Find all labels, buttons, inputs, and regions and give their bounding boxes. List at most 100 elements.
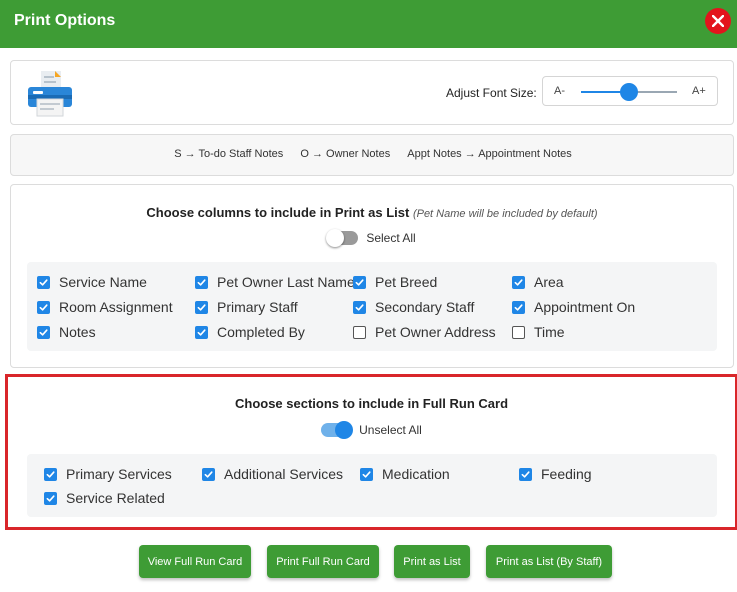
check-icon xyxy=(521,470,530,478)
close-icon xyxy=(712,15,724,27)
checkbox-label: Primary Staff xyxy=(217,299,298,315)
checkbox[interactable] xyxy=(512,275,525,289)
checkbox[interactable] xyxy=(512,325,525,339)
checkbox[interactable] xyxy=(37,300,50,314)
checkbox[interactable] xyxy=(519,467,532,481)
check-icon xyxy=(355,303,364,311)
checkbox-label: Pet Owner Address xyxy=(375,324,496,340)
select-all-toggle[interactable] xyxy=(326,229,359,247)
option-medication[interactable]: Medication xyxy=(360,466,450,482)
check-icon xyxy=(362,470,371,478)
option-pet-breed[interactable]: Pet Breed xyxy=(353,274,437,290)
option-notes[interactable]: Notes xyxy=(37,324,96,340)
legend-appointment-notes: Appt Notes → Appointment Notes xyxy=(407,148,572,160)
checkbox[interactable] xyxy=(512,300,525,314)
checkbox-label: Feeding xyxy=(541,466,592,482)
checkbox-label: Time xyxy=(534,324,565,340)
checkbox-label: Room Assignment xyxy=(59,299,173,315)
checkbox-label: Completed By xyxy=(217,324,305,340)
unselect-all-toggle[interactable] xyxy=(321,421,354,439)
checkbox[interactable] xyxy=(195,325,208,339)
checkbox[interactable] xyxy=(202,467,215,481)
checkbox[interactable] xyxy=(360,467,373,481)
checkbox-label: Pet Owner Last Name xyxy=(217,274,355,290)
option-primary-services[interactable]: Primary Services xyxy=(44,466,172,482)
checkbox-label: Notes xyxy=(59,324,96,340)
select-all-label: Select All xyxy=(366,231,416,245)
check-icon xyxy=(197,278,206,286)
font-size-slider[interactable] xyxy=(581,83,677,101)
columns-section-title: Choose columns to include in Print as Li… xyxy=(11,205,733,220)
option-appointment-on[interactable]: Appointment On xyxy=(512,299,635,315)
checkbox[interactable] xyxy=(353,275,366,289)
print-as-list-by-staff-button[interactable]: Print as List (By Staff) xyxy=(486,545,612,578)
columns-options-grid: Service Name Pet Owner Last Name Pet Breed… xyxy=(27,262,717,351)
checkbox[interactable] xyxy=(37,275,50,289)
option-pet-owner-last-name[interactable]: Pet Owner Last Name xyxy=(195,274,355,290)
decrease-font-label: A- xyxy=(554,85,565,97)
option-service-name[interactable]: Service Name xyxy=(37,274,147,290)
run-card-title-text: Choose sections to include in Full Run C… xyxy=(234,396,509,411)
dialog-title: Print Options xyxy=(14,12,116,29)
notes-legend-panel: S → To-do Staff Notes O → Owner Notes Ap… xyxy=(10,134,734,176)
check-icon xyxy=(355,278,364,286)
increase-font-label: A+ xyxy=(692,85,706,97)
check-icon xyxy=(39,328,48,336)
option-pet-owner-address[interactable]: Pet Owner Address xyxy=(353,324,496,340)
legend-staff-notes: S → To-do Staff Notes xyxy=(174,148,284,160)
run-card-panel: Choose sections to include in Full Run C… xyxy=(5,374,737,530)
font-size-control: A- A+ xyxy=(542,76,718,106)
print-full-run-card-button[interactable]: Print Full Run Card xyxy=(267,545,379,578)
view-full-run-card-button[interactable]: View Full Run Card xyxy=(139,545,251,578)
toggle-knob xyxy=(335,421,354,439)
checkbox[interactable] xyxy=(44,491,57,505)
check-icon xyxy=(39,278,48,286)
check-icon xyxy=(514,303,523,311)
option-feeding[interactable]: Feeding xyxy=(519,466,592,482)
option-secondary-staff[interactable]: Secondary Staff xyxy=(353,299,474,315)
font-size-panel: Adjust Font Size: A- A+ xyxy=(10,60,734,125)
check-icon xyxy=(39,303,48,311)
checkbox[interactable] xyxy=(353,325,366,339)
check-icon xyxy=(197,328,206,336)
select-all-row: Select All xyxy=(11,229,733,247)
checkbox-label: Medication xyxy=(382,466,450,482)
print-as-list-button[interactable]: Print as List xyxy=(394,545,470,578)
check-icon xyxy=(46,470,55,478)
checkbox-label: Additional Services xyxy=(224,466,344,482)
checkbox-label: Primary Services xyxy=(66,466,172,482)
run-card-options-grid: Primary Services Additional Services Medic… xyxy=(27,454,717,517)
option-completed-by[interactable]: Completed By xyxy=(195,324,305,340)
option-area[interactable]: Area xyxy=(512,274,564,290)
checkbox-label: Appointment On xyxy=(534,299,636,315)
option-time[interactable]: Time xyxy=(512,324,565,340)
columns-title-text: Choose columns to include in Print as Li… xyxy=(146,205,410,220)
toggle-knob xyxy=(326,229,345,247)
unselect-all-row: Unselect All xyxy=(8,421,735,439)
slider-thumb[interactable] xyxy=(620,83,638,101)
checkbox[interactable] xyxy=(44,467,57,481)
checkbox[interactable] xyxy=(353,300,366,314)
check-icon xyxy=(197,303,206,311)
printer-icon xyxy=(28,71,72,117)
checkbox-label: Area xyxy=(534,274,564,290)
check-icon xyxy=(204,470,213,478)
checkbox[interactable] xyxy=(195,300,208,314)
checkbox-label: Secondary Staff xyxy=(375,299,475,315)
close-button[interactable] xyxy=(705,8,731,34)
notes-legend: S → To-do Staff Notes O → Owner Notes Ap… xyxy=(11,148,735,160)
option-service-related[interactable]: Service Related xyxy=(44,490,165,506)
option-room-assignment[interactable]: Room Assignment xyxy=(37,299,173,315)
checkbox-label: Service Name xyxy=(59,274,147,290)
columns-title-note: (Pet Name will be included by default) xyxy=(412,208,598,220)
checkbox[interactable] xyxy=(37,325,50,339)
checkbox[interactable] xyxy=(195,275,208,289)
option-additional-services[interactable]: Additional Services xyxy=(202,466,343,482)
columns-panel: Choose columns to include in Print as Li… xyxy=(10,184,734,368)
checkbox-label: Pet Breed xyxy=(375,274,438,290)
unselect-all-label: Unselect All xyxy=(359,423,422,437)
check-icon xyxy=(514,278,523,286)
option-primary-staff[interactable]: Primary Staff xyxy=(195,299,298,315)
font-size-label: Adjust Font Size: xyxy=(446,86,537,100)
run-card-section-title: Choose sections to include in Full Run C… xyxy=(8,396,735,411)
